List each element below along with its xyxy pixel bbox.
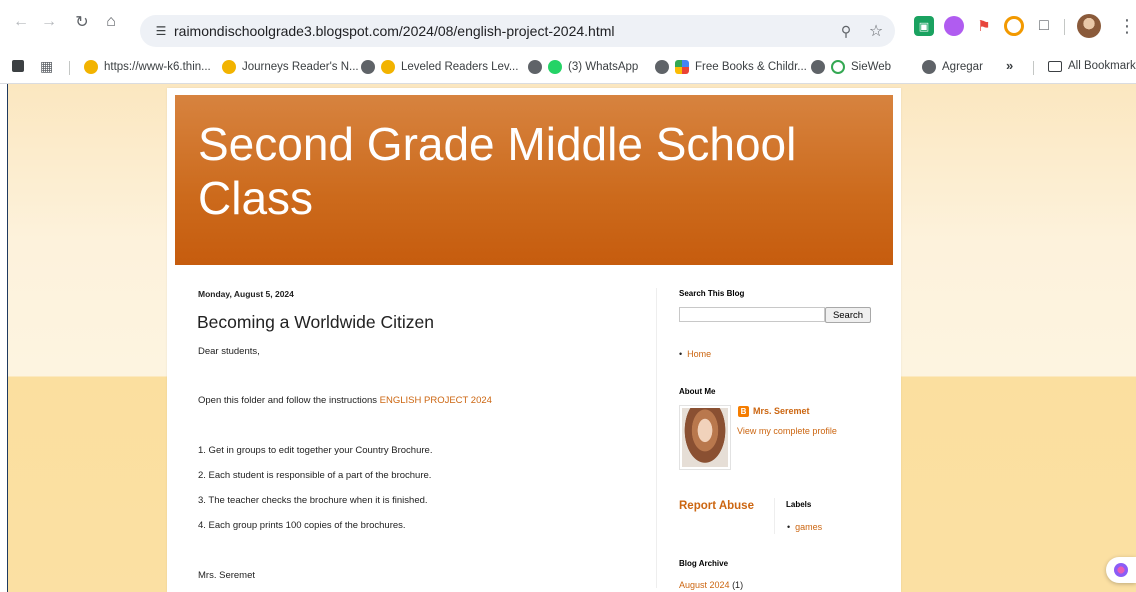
archive-month-label[interactable]: August 2024 [679,580,730,590]
globe-icon [811,60,825,74]
globe-icon [361,60,375,74]
bookmark-label: Leveled Readers Lev... [401,61,519,73]
post-step: 3. The teacher checks the brochure when … [198,495,428,506]
bookmark-item[interactable]: SieWeb [811,58,891,76]
colorful-grid-icon [675,60,689,74]
forward-icon[interactable]: → [38,11,60,33]
menu-kebab-icon[interactable]: ⋮ [1118,14,1136,38]
bookmark-item[interactable]: Agregar [922,58,983,76]
blog-archive-title: Blog Archive [679,559,729,568]
view-profile-link[interactable]: View my complete profile [737,426,837,436]
apps-grid-icon[interactable]: ▦ [40,58,56,74]
blog-container: Second Grade Middle School Class Monday,… [167,88,901,592]
archive-count: (1) [732,580,744,590]
reload-icon[interactable]: ↻ [71,11,93,33]
extension-ring-icon[interactable] [1004,16,1024,36]
search-input[interactable] [679,307,825,322]
globe-icon [922,60,936,74]
sieweb-icon [831,60,845,74]
extension-brain-icon[interactable] [944,16,964,36]
bookmark-label: Journeys Reader's N... [242,61,359,73]
label-item-label[interactable]: games [795,522,822,532]
pages-item-home[interactable]: • Home [679,349,711,359]
post-step: 2. Each student is responsible of a part… [198,470,432,481]
post-signature: Mrs. Seremet [198,570,256,581]
puzzle-icon[interactable]: □ [1034,16,1054,36]
blogger-icon: B [738,406,749,417]
profile-photo[interactable] [679,405,731,470]
bookmark-label: Free Books & Childr... [695,61,807,73]
bookmark-item[interactable]: Free Books & Childr... [655,58,807,76]
author-name-link[interactable]: Mrs. Seremet [753,406,810,416]
labels-divider [774,498,775,534]
labels-title: Labels [786,500,812,509]
search-widget-title: Search This Blog [679,289,745,298]
extension-green-icon[interactable]: ▣ [914,16,934,36]
circle-yellow-icon [381,60,395,74]
all-bookmarks-button[interactable]: All Bookmarks [1048,60,1136,72]
toolbar-separator [1064,19,1065,35]
profile-avatar[interactable] [1077,14,1101,38]
whatsapp-icon [548,60,562,74]
bullet-dot: • [787,522,791,532]
address-bar[interactable]: ☰ raimondischoolgrade3.blogspot.com/2024… [140,15,895,47]
post-step: 4. Each group prints 100 copies of the b… [198,520,406,531]
bookmark-item[interactable]: Journeys Reader's N... [222,58,359,76]
archive-month-link[interactable]: August 2024 (1) [679,580,743,590]
browser-chrome: ← → ↻ ⌂ ☰ raimondischoolgrade3.blogspot.… [0,0,1136,84]
bookmark-item[interactable]: (3) WhatsApp [528,58,638,76]
post-greeting: Dear students, [198,346,260,357]
megaphone-icon[interactable]: ⚑ [974,16,994,36]
bookmark-label: Agregar [942,61,983,73]
viewport-edge [0,84,8,592]
assistant-icon [1114,563,1128,577]
home-icon[interactable]: ⌂ [100,11,122,33]
profile-photo-image [682,408,728,467]
bookmark-item[interactable]: https://www-k6.thin... [84,58,211,76]
english-project-link[interactable]: ENGLISH PROJECT 2024 [380,395,492,406]
report-abuse-link[interactable]: Report Abuse [679,500,754,512]
label-item-games[interactable]: • games [787,522,822,532]
column-divider [656,288,657,588]
blog-header: Second Grade Middle School Class [175,95,893,265]
post-title[interactable]: Becoming a Worldwide Citizen [197,312,434,333]
circle-yellow-icon [84,60,98,74]
bookmark-separator [1033,61,1034,75]
bookmark-item[interactable]: Leveled Readers Lev... [361,58,518,76]
bookmark-label: https://www-k6.thin... [104,61,211,73]
more-bookmarks-button[interactable]: » [1006,58,1013,73]
post-date: Monday, August 5, 2024 [198,289,294,299]
apps-square-icon[interactable] [12,60,24,72]
search-button[interactable]: Search [825,307,871,323]
url-text[interactable]: raimondischoolgrade3.blogspot.com/2024/0… [174,23,615,39]
back-icon[interactable]: ← [10,11,32,33]
post-instructions: Open this folder and follow the instruct… [198,395,492,406]
instructions-text: Open this folder and follow the instruct… [198,395,380,406]
blog-title[interactable]: Second Grade Middle School Class [198,117,878,225]
folder-icon [1048,60,1062,72]
bookmark-label: (3) WhatsApp [568,61,639,73]
bullet-dot: • [679,349,683,359]
about-me-title: About Me [679,387,716,396]
bookmark-label: SieWeb [851,61,892,73]
post-step: 1. Get in groups to edit together your C… [198,445,433,456]
globe-icon [655,60,669,74]
circle-yellow-icon [222,60,236,74]
site-info-icon[interactable]: ☰ [152,22,170,40]
zoom-icon[interactable]: ⚲ [837,22,855,40]
floating-assistant-button[interactable] [1106,557,1136,583]
bookmark-star-icon[interactable]: ☆ [866,21,886,41]
bookmark-separator [69,61,70,75]
all-bookmarks-label: All Bookmarks [1068,60,1136,72]
pages-item-label[interactable]: Home [687,349,711,359]
globe-icon [528,60,542,74]
